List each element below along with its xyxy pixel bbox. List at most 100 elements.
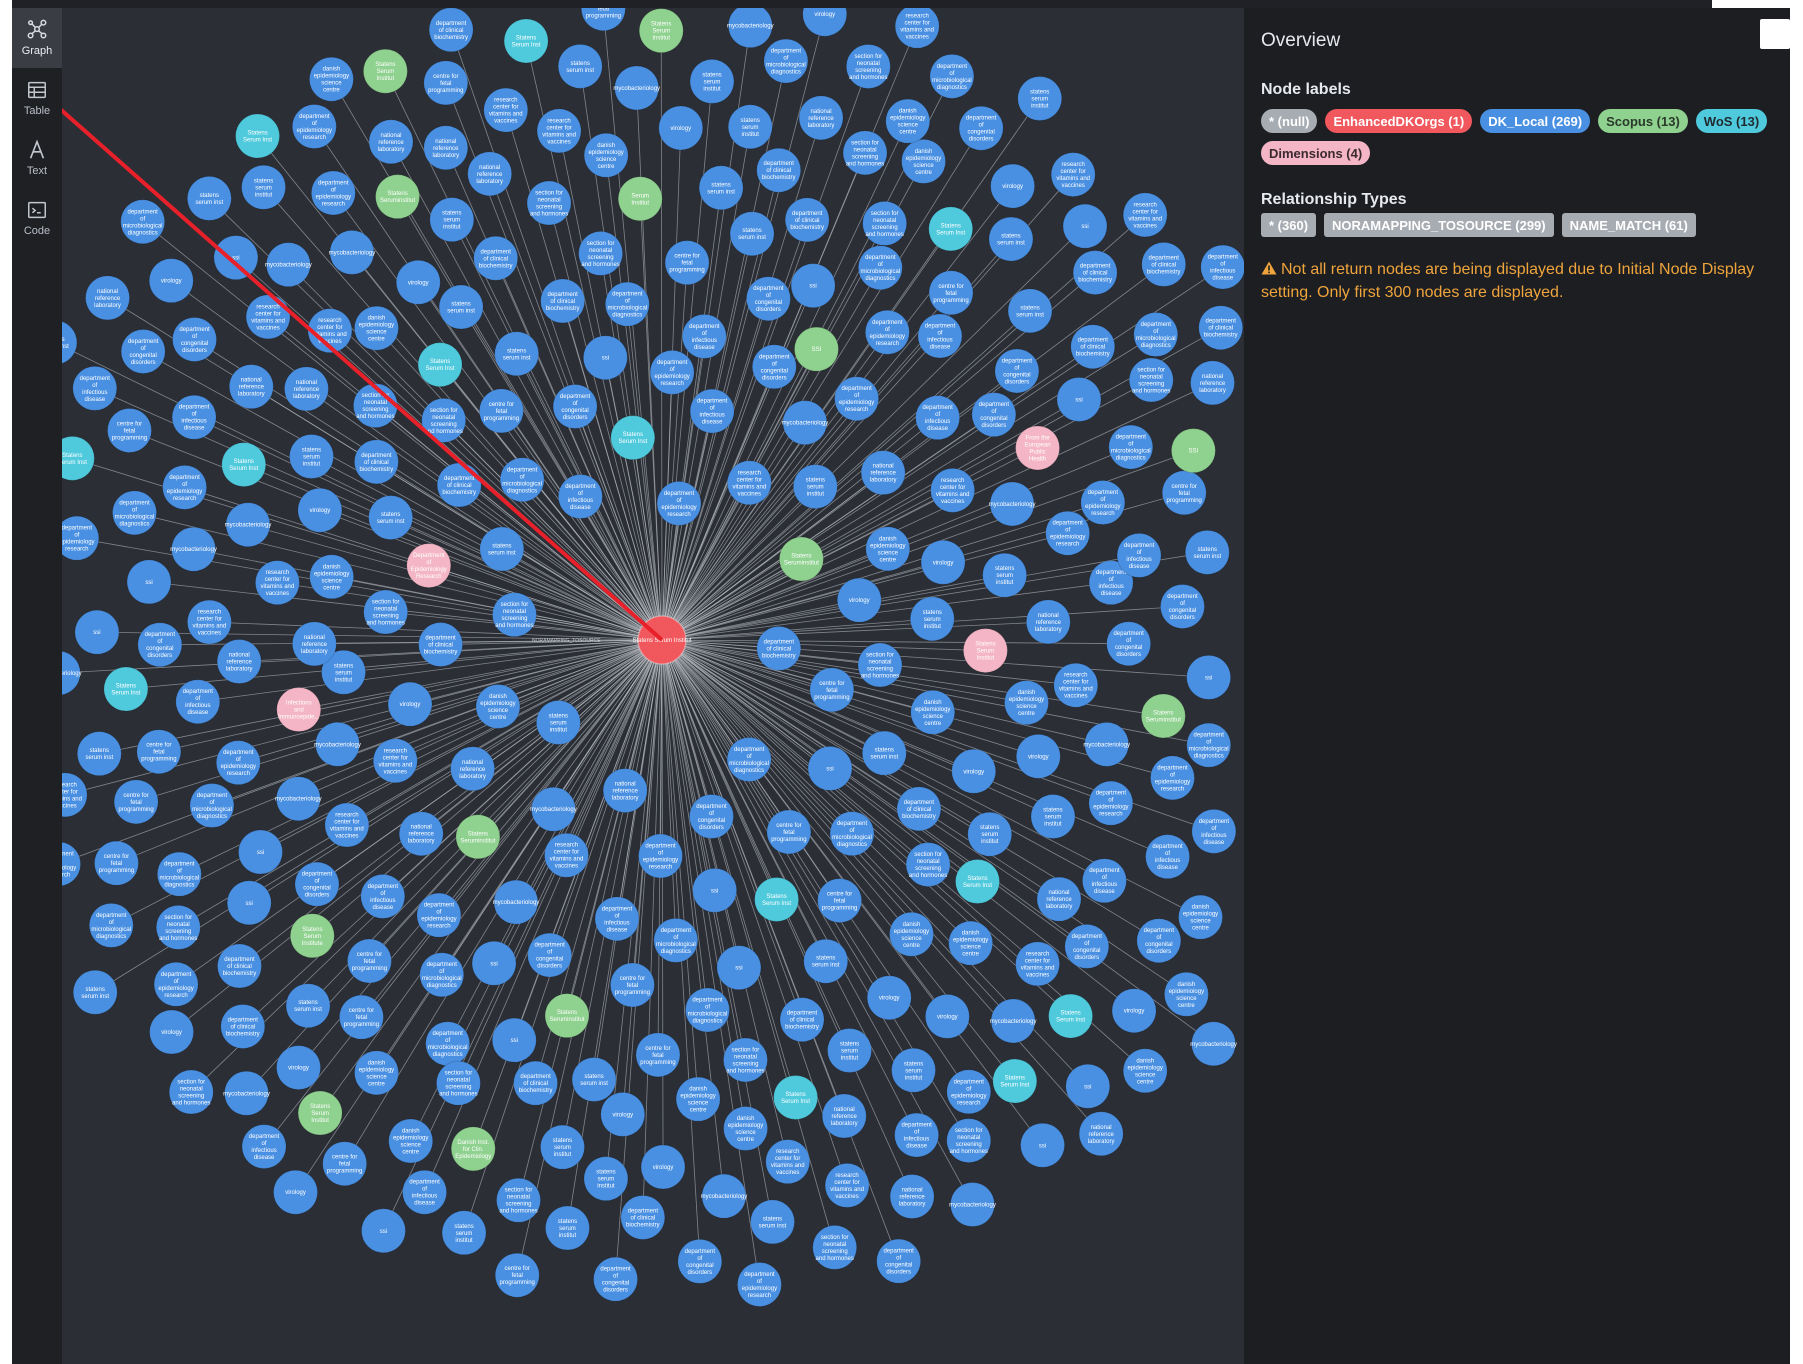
dk-local-node[interactable]: department of congenital disorders [593, 1256, 639, 1302]
dk-local-node[interactable]: department of congenital disorders [745, 276, 791, 322]
dk-local-node[interactable]: department of infectious disease [241, 1124, 287, 1170]
dk-local-node[interactable]: section for neonatal screening and hormones [363, 589, 409, 635]
dk-local-node[interactable]: department of microbiological diagnostics [499, 457, 545, 503]
dk-local-node[interactable]: danish epidemiology science centre [948, 920, 994, 966]
dk-local-node[interactable]: ssi [1065, 1063, 1111, 1109]
dk-local-node[interactable]: national reference laboratory [423, 125, 469, 171]
dk-local-node[interactable]: department of congenital disorders [172, 316, 218, 362]
relationship-edge[interactable] [661, 639, 664, 1167]
dk-local-node[interactable]: statens serum institut [544, 1205, 590, 1251]
dk-local-node[interactable]: department of infectious disease [1200, 244, 1244, 290]
dk-local-node[interactable]: national reference laboratory [602, 768, 648, 814]
sidebar-item-graph[interactable]: Graph [12, 8, 62, 68]
dk-local-node[interactable]: mycobacteriology [989, 481, 1036, 527]
dk-local-node[interactable]: statens serum institut [909, 596, 955, 642]
dk-local-node[interactable]: statensserum inst [285, 983, 331, 1029]
dk-local-node[interactable]: section for neonatal screening and hormones [905, 842, 951, 888]
dk-local-node[interactable]: departmentofepidemiologyresearch [291, 104, 337, 150]
dk-local-node[interactable]: department of microbiological diagnostics [1133, 312, 1179, 358]
dk-local-node[interactable]: statensserum inst [803, 938, 849, 984]
dk-local-node[interactable]: statens serum institut [429, 197, 475, 243]
dk-local-node[interactable]: mycobacteriology [225, 502, 272, 548]
dk-local-node[interactable]: departmentofepidemiologyresearch [62, 841, 82, 887]
dk-local-node[interactable]: section for neonatal screening and hormones [435, 1060, 481, 1106]
dk-local-node[interactable]: virology [924, 993, 970, 1039]
dk-local-node[interactable]: department of microbiological diagnostics [112, 490, 158, 536]
dk-local-node[interactable]: researchcenter forvitamins andvaccines [1122, 192, 1168, 238]
dimensions-node[interactable]: From the European Public Health [1015, 425, 1061, 471]
dk-local-node[interactable]: department of infectious disease [689, 388, 735, 434]
dk-local-node[interactable]: virology [802, 8, 848, 37]
dk-local-node[interactable]: statens serum institut [982, 552, 1028, 598]
dk-local-node[interactable]: section for neonatal screening and hormones [946, 1118, 992, 1164]
dk-local-node[interactable]: centre forfetalprogramming [928, 270, 974, 316]
dk-local-node[interactable]: danish epidemiology science centre [475, 683, 521, 729]
dk-local-node[interactable]: section for neonatal screening and hormones [812, 1224, 858, 1270]
dk-local-node[interactable]: department of infectious disease [594, 896, 640, 942]
dimensions-node[interactable]: Department of Epidemiology Research [406, 543, 452, 589]
dk-local-node[interactable]: department of infectious disease [894, 1112, 940, 1158]
dk-local-node[interactable]: centre forfetalprogramming [494, 1252, 540, 1298]
dk-local-node[interactable]: section for neonatal screening and hormones [352, 383, 398, 429]
relationship-edge[interactable] [343, 639, 663, 673]
dk-local-node[interactable]: department of infectious disease [171, 394, 217, 440]
graph-svg[interactable]: department of clinical biochemistrystatens… [62, 8, 1244, 1364]
dk-local-node[interactable]: centre forfetalprogramming [136, 729, 182, 775]
dk-local-node[interactable]: department of clinical biochemistry [428, 8, 474, 53]
dk-local-node[interactable]: ssi [471, 940, 517, 986]
dk-local-node[interactable]: danish epidemiology science centre [1163, 971, 1209, 1017]
dk-local-node[interactable]: statens serum institut [826, 1027, 872, 1073]
dk-local-node[interactable]: centre forfetalprogramming [580, 8, 626, 32]
dk-local-node[interactable]: centre forfetalprogramming [106, 407, 152, 453]
node-label-chip[interactable]: * (null) [1261, 109, 1318, 133]
dk-local-node[interactable]: departmentofepidemiologyresearch [637, 833, 683, 879]
dk-local-node[interactable]: department of congenital disorders [552, 384, 598, 430]
wos-node[interactable]: StatensSerum Inst [992, 1058, 1038, 1104]
dk-local-node[interactable]: mycobacteriology [727, 8, 774, 49]
dk-local-node[interactable]: department of clinical biochemistry [540, 278, 586, 324]
dk-local-node[interactable]: department of clinical biochemistry [473, 235, 519, 281]
node-label-chip[interactable]: WoS (13) [1695, 109, 1768, 133]
dk-local-node[interactable]: department of microbiological diagnostics [189, 783, 235, 829]
dk-local-node[interactable]: researchcenter forvitamins andvaccines [726, 460, 772, 506]
dk-local-node[interactable]: statensserum inst [494, 331, 540, 377]
dk-local-node[interactable]: researchcenter forvitamins andvaccines [930, 467, 976, 513]
dk-local-node[interactable]: statensserum inst [186, 175, 232, 221]
dk-local-node[interactable]: statens serum institut [967, 811, 1013, 857]
dk-local-node[interactable]: researchcenter forvitamins andvaccines [1053, 662, 1099, 708]
dk-local-node[interactable]: department of clinical biochemistry [216, 943, 262, 989]
dk-local-node[interactable]: researchcenter forvitamins andvaccines [824, 1162, 870, 1208]
dk-local-node[interactable]: researchcenter forvitamins andvaccines [186, 599, 232, 645]
dk-local-node[interactable]: department of infectious disease [1116, 532, 1162, 578]
dk-local-node[interactable]: danish epidemiology science centre [1178, 894, 1224, 940]
dk-local-node[interactable]: departmentofepidemiologyresearch [62, 515, 100, 561]
dk-local-node[interactable]: department of infectious disease [917, 313, 963, 359]
node-circle[interactable] [62, 841, 82, 887]
relationship-edge[interactable] [661, 574, 1005, 641]
dk-local-node[interactable]: statensserum inst [479, 526, 525, 572]
dk-local-node[interactable]: department of infectious disease [175, 679, 221, 725]
dk-local-node[interactable]: statens serum institut [891, 1047, 937, 1093]
dk-local-node[interactable]: departmentofepidemiologyresearch [1080, 480, 1126, 526]
dk-local-node[interactable]: ssi [1020, 1122, 1066, 1168]
dk-local-node[interactable]: researchcenter forvitamins andvaccines [62, 772, 88, 818]
scopus-node[interactable]: Statens Serum Institut [297, 1090, 343, 1136]
dk-local-node[interactable]: department of microbiological diagnostics [653, 917, 699, 963]
dk-local-node[interactable]: department of microbiological diagnostics [929, 53, 975, 99]
dk-local-node[interactable]: ssi [74, 609, 120, 655]
scopus-node[interactable]: Statens Seruminstitut [1140, 693, 1186, 739]
dk-local-node[interactable]: danish epidemiology science centre [888, 911, 934, 957]
scopus-node[interactable]: Danish Inst. for Clin. Epidemiology [450, 1126, 496, 1172]
dk-local-node[interactable]: centre forfetalprogramming [322, 1141, 368, 1187]
dk-local-node[interactable]: virology [297, 487, 343, 533]
dk-local-node[interactable]: virology [276, 1045, 322, 1091]
dk-local-node[interactable]: department of congenital disorders [876, 1238, 922, 1284]
dk-local-node[interactable]: virology [387, 681, 433, 727]
dk-local-node[interactable]: ssi [807, 745, 853, 791]
dk-local-node[interactable]: statensserum inst [438, 284, 484, 330]
dk-local-node[interactable]: mycobacteriology [1083, 721, 1130, 767]
dk-local-node[interactable]: national reference laboratory [398, 811, 444, 857]
dk-local-node[interactable]: statensserum inst [62, 321, 78, 365]
dk-local-node[interactable]: section for neonatal screening and hormones [1128, 357, 1174, 403]
dk-local-node[interactable]: statensserum inst [698, 165, 744, 211]
